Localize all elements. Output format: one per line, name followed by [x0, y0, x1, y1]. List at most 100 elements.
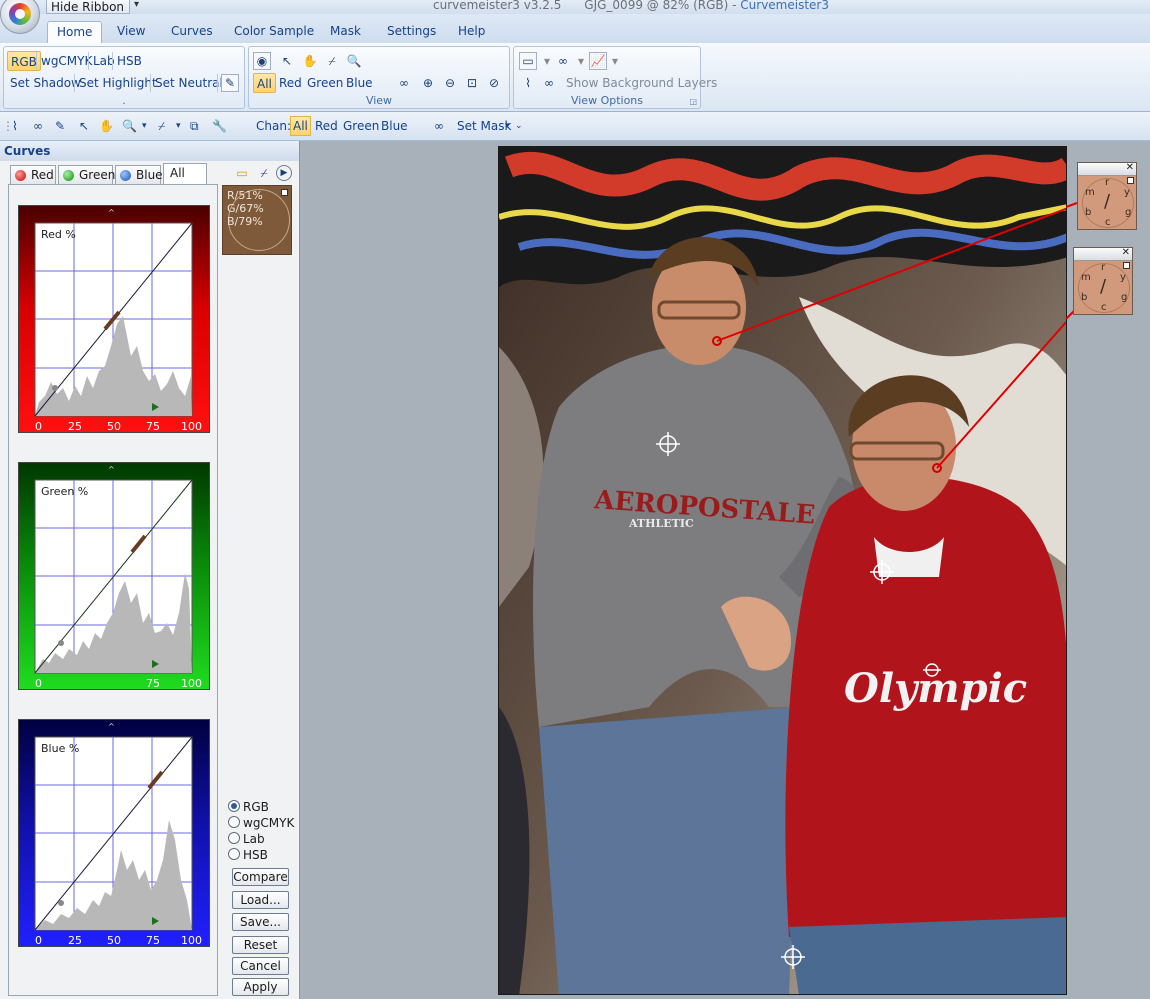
hand-icon[interactable]: ✋: [301, 52, 319, 70]
green-curve-graph[interactable]: ^ Green % 0 75 100: [19, 463, 211, 691]
load-button[interactable]: Load...: [232, 891, 289, 909]
apply-button[interactable]: Apply: [232, 978, 289, 996]
channel-all[interactable]: All: [290, 116, 311, 136]
red-tick-75: 75: [146, 420, 160, 433]
probe-2-r: r: [1101, 262, 1106, 273]
mask-icon[interactable]: ∞: [33, 117, 43, 135]
channel-green[interactable]: Green: [343, 117, 379, 135]
magnifier-icon[interactable]: 🔍: [345, 52, 363, 70]
magnifier-icon[interactable]: 🔍: [122, 117, 137, 135]
tab-red[interactable]: Red: [10, 165, 56, 185]
curves-panel: Curves Red Green Blue All ^ Red % 0 25 5…: [0, 141, 300, 999]
eyedropper-icon[interactable]: ⌿: [256, 165, 272, 181]
wrench-icon[interactable]: 🔧: [212, 117, 227, 135]
zoom-out-icon[interactable]: ⊖: [441, 74, 459, 92]
tab-curves[interactable]: Curves: [171, 24, 213, 38]
color-probe-window-2[interactable]: ✕ r y g c b m /: [1073, 247, 1133, 315]
eyedropper-curve-icon[interactable]: ✎: [55, 117, 65, 135]
radio-wgcmyk[interactable]: wgCMYK: [228, 816, 294, 830]
close-icon[interactable]: ✕: [1126, 162, 1134, 173]
dropdown-icon[interactable]: ▾: [572, 52, 590, 70]
compare-button[interactable]: Compare: [232, 868, 289, 886]
set-shadow-button[interactable]: Set Shadow: [7, 73, 84, 93]
red-curve-panel[interactable]: ^ Red % 0 25 50 75 100: [18, 205, 210, 433]
goggles-icon[interactable]: ∞: [434, 117, 444, 135]
sample-expand-icon[interactable]: [281, 189, 288, 196]
chart-icon[interactable]: 📈: [589, 52, 607, 70]
dropdown-icon[interactable]: ▾: [142, 117, 147, 135]
pointer-icon[interactable]: ↖: [278, 52, 296, 70]
view-channel-blue[interactable]: Blue: [343, 73, 376, 93]
curve-pin-icon[interactable]: ⌇: [519, 74, 537, 92]
tab-help[interactable]: Help: [458, 24, 485, 38]
tab-home[interactable]: Home: [47, 21, 103, 43]
close-icon[interactable]: ✕: [1122, 247, 1130, 258]
dialog-launcher-icon[interactable]: ◲: [689, 97, 697, 106]
probe-2-expand-icon[interactable]: [1123, 262, 1130, 269]
mask-goggles-icon[interactable]: ∞: [395, 74, 413, 92]
channel-red[interactable]: Red: [315, 117, 338, 135]
group-label-view: View: [365, 94, 393, 107]
probe-1-expand-icon[interactable]: [1127, 177, 1134, 184]
tab-mask[interactable]: Mask: [330, 24, 361, 38]
set-neutral-button[interactable]: Set Neutral: [152, 73, 226, 93]
quick-access-dropdown-icon[interactable]: ▾: [134, 0, 139, 10]
mask-icon[interactable]: ∞: [540, 74, 558, 92]
zoom-fit-icon[interactable]: ⊡: [463, 74, 481, 92]
curve-pin-icon[interactable]: ⌇: [12, 117, 18, 135]
color-sample-swatch[interactable]: R/51% G/67% B/79%: [222, 185, 292, 255]
curves-tool-icon[interactable]: ◉: [253, 52, 271, 70]
copy-icon[interactable]: ⧉: [190, 117, 199, 135]
radio-wgcmyk-icon[interactable]: [228, 816, 240, 828]
save-button[interactable]: Save...: [232, 913, 289, 931]
tab-all[interactable]: All: [163, 163, 207, 185]
red-curve-graph[interactable]: ^ Red % 0 25 50 75 100: [19, 206, 211, 434]
tab-view[interactable]: View: [117, 24, 145, 38]
mode-hsb-button[interactable]: HSB: [114, 51, 145, 71]
folder-icon[interactable]: ▭: [234, 165, 250, 181]
channel-blue[interactable]: Blue: [381, 117, 408, 135]
cancel-button[interactable]: Cancel: [232, 957, 289, 975]
show-background-layers-button[interactable]: Show Background Layers: [563, 73, 720, 93]
radio-hsb-icon[interactable]: [228, 848, 240, 860]
radio-hsb[interactable]: HSB: [228, 848, 268, 862]
eyedropper-curve-icon[interactable]: ✎: [221, 74, 239, 92]
probe-1-b: b: [1085, 207, 1092, 218]
green-curve-panel[interactable]: ^ Green % 0 75 100: [18, 462, 210, 690]
dropdown-icon[interactable]: ▾: [176, 117, 181, 135]
zoom-in-icon[interactable]: ⊕: [419, 74, 437, 92]
tab-blue[interactable]: Blue: [115, 165, 163, 185]
tab-green[interactable]: Green: [58, 165, 115, 185]
tab-color-sample[interactable]: Color Sample: [234, 24, 314, 38]
hide-ribbon-button[interactable]: Hide Ribbon: [46, 0, 130, 14]
eyedropper-icon[interactable]: ⌿: [323, 52, 341, 70]
radio-lab-icon[interactable]: [228, 832, 240, 844]
dropdown-icon[interactable]: ▾: [606, 52, 624, 70]
radio-rgb-icon[interactable]: [228, 800, 240, 812]
document-image[interactable]: AEROPOSTALE ATHLETIC Olympic: [498, 146, 1067, 995]
sample-values: R/51% G/67% B/79%: [227, 189, 264, 228]
layer-icon[interactable]: ▭: [519, 52, 537, 70]
toolbar-overflow-icon[interactable]: ⌄: [515, 117, 523, 135]
set-highlight-button[interactable]: Set Highlight: [76, 73, 160, 93]
view-channel-green[interactable]: Green: [304, 73, 346, 93]
set-mask-button[interactable]: Set Mask: [457, 117, 511, 135]
zoom-actual-icon[interactable]: ⊘: [485, 74, 503, 92]
radio-rgb[interactable]: RGB: [228, 800, 269, 814]
goggles-icon[interactable]: ∞: [554, 52, 572, 70]
blue-curve-graph[interactable]: ^ Blue % 0 25 50 75 100: [19, 720, 211, 948]
radio-lab[interactable]: Lab: [228, 832, 265, 846]
color-probe-window-1[interactable]: ✕ r y g c b m /: [1077, 162, 1137, 230]
pointer-icon[interactable]: ↖: [79, 117, 89, 135]
eyedropper-icon[interactable]: ⌿: [158, 117, 165, 135]
hand-icon[interactable]: ✋: [99, 117, 114, 135]
view-channel-all[interactable]: All: [253, 73, 276, 93]
tab-settings[interactable]: Settings: [387, 24, 436, 38]
view-channel-red[interactable]: Red: [276, 73, 305, 93]
mode-wgcmyk-button[interactable]: wgCMYK: [38, 51, 95, 71]
blue-curve-panel[interactable]: ^ Blue % 0 25 50 75 100: [18, 719, 210, 947]
blue-tick-100: 100: [181, 934, 202, 947]
dropdown-icon[interactable]: ▾: [505, 117, 510, 135]
reset-button[interactable]: Reset: [232, 936, 289, 954]
play-icon[interactable]: ▶: [276, 165, 292, 181]
